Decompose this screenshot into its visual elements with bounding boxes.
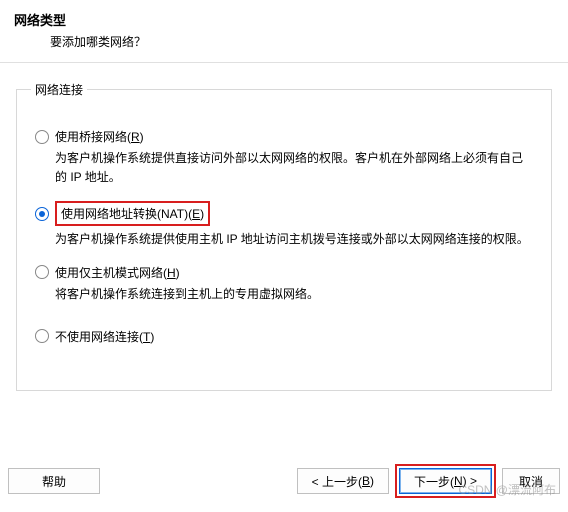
radio-nat[interactable] [35, 207, 49, 221]
back-button[interactable]: < 上一步(B) [297, 468, 389, 494]
highlight-box-nat: 使用网络地址转换(NAT)(E) [55, 201, 210, 226]
option-nat-desc: 为客户机操作系统提供使用主机 IP 地址访问主机拨号连接或外部以太网网络连接的权… [55, 230, 533, 249]
highlight-box-next: 下一步(N) > [395, 464, 496, 498]
help-button[interactable]: 帮助 [8, 468, 100, 494]
radio-none[interactable] [35, 329, 49, 343]
content-area: 网络连接 使用桥接网络(R) 为客户机操作系统提供直接访问外部以太网网络的权限。… [0, 63, 568, 454]
radio-bridged-label: 使用桥接网络(R) [55, 128, 144, 145]
radio-nat-label: 使用网络地址转换(NAT)(E) [61, 207, 204, 221]
option-bridged[interactable]: 使用桥接网络(R) 为客户机操作系统提供直接访问外部以太网网络的权限。客户机在外… [35, 128, 533, 187]
radio-hostonly-label: 使用仅主机模式网络(H) [55, 264, 180, 281]
next-button[interactable]: 下一步(N) > [399, 468, 492, 494]
radio-none-label: 不使用网络连接(T) [55, 328, 154, 345]
wizard-header: 网络类型 要添加哪类网络？ [0, 0, 568, 62]
option-hostonly-desc: 将客户机操作系统连接到主机上的专用虚拟网络。 [55, 285, 533, 304]
option-bridged-desc: 为客户机操作系统提供直接访问外部以太网网络的权限。客户机在外部网络上必须有自己的… [55, 149, 533, 187]
radio-bridged[interactable] [35, 130, 49, 144]
group-legend: 网络连接 [31, 81, 87, 98]
option-hostonly[interactable]: 使用仅主机模式网络(H) 将客户机操作系统连接到主机上的专用虚拟网络。 [35, 264, 533, 304]
page-subtitle: 要添加哪类网络？ [14, 33, 554, 50]
wizard-footer: 帮助 < 上一步(B) 下一步(N) > 取消 [0, 454, 568, 512]
option-none[interactable]: 不使用网络连接(T) [35, 328, 533, 345]
option-nat[interactable]: 使用网络地址转换(NAT)(E) 为客户机操作系统提供使用主机 IP 地址访问主… [35, 201, 533, 249]
radio-hostonly[interactable] [35, 265, 49, 279]
page-title: 网络类型 [14, 10, 554, 29]
network-connection-group: 网络连接 使用桥接网络(R) 为客户机操作系统提供直接访问外部以太网网络的权限。… [16, 81, 552, 391]
cancel-button[interactable]: 取消 [502, 468, 560, 494]
